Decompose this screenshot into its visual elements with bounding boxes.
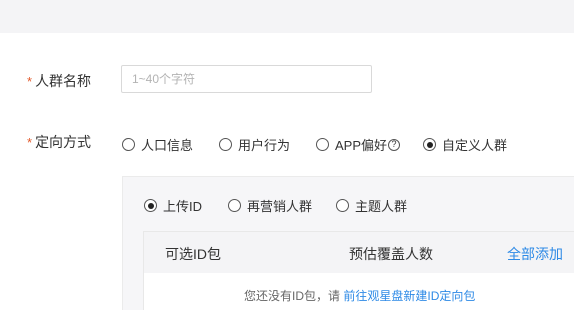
id-package-table: 可选ID包 预估覆盖人数 全部添加 您还没有ID包，请 前往观星盘新建ID定向包 xyxy=(143,231,574,310)
radio-label: 主题人群 xyxy=(355,199,408,214)
radio-upload-id[interactable]: 上传ID xyxy=(144,196,202,215)
radio-remarketing-crowd[interactable]: 再营销人群 xyxy=(228,196,312,215)
radio-circle xyxy=(122,138,135,151)
radio-label: 人口信息 xyxy=(141,138,194,153)
radio-label: 自定义人群 xyxy=(442,138,508,153)
radio-circle xyxy=(228,199,241,212)
required-mark: * xyxy=(27,135,33,150)
radio-circle xyxy=(316,138,329,151)
radio-label: 上传ID xyxy=(163,199,203,214)
crowd-name-label: * 人群名称 xyxy=(27,71,91,91)
required-mark: * xyxy=(27,74,33,89)
table-header: 可选ID包 预估覆盖人数 全部添加 xyxy=(144,232,574,273)
create-id-package-link[interactable]: 前往观星盘新建ID定向包 xyxy=(343,289,475,303)
radio-custom-crowd[interactable]: 自定义人群 xyxy=(423,135,507,154)
empty-state-text: 您还没有ID包，请 xyxy=(244,289,341,303)
radio-circle-selected xyxy=(144,199,157,212)
column-header-estimated-coverage: 预估覆盖人数 xyxy=(349,246,433,262)
radio-demographics[interactable]: 人口信息 xyxy=(122,135,193,154)
help-question-icon[interactable]: ? xyxy=(388,138,401,151)
radio-circle xyxy=(336,199,349,212)
add-all-link[interactable]: 全部添加 xyxy=(507,244,563,264)
crowd-name-input[interactable] xyxy=(121,65,372,93)
radio-label: APP偏好 xyxy=(335,138,388,153)
radio-circle-selected xyxy=(423,138,436,151)
radio-circle xyxy=(219,138,232,151)
column-header-id-package: 可选ID包 xyxy=(165,246,221,262)
radio-label: 用户行为 xyxy=(238,138,291,153)
crowd-name-label-text: 人群名称 xyxy=(35,73,92,89)
radio-app-preference[interactable]: APP偏好 ? xyxy=(316,135,401,154)
targeting-method-label: * 定向方式 xyxy=(27,132,91,152)
top-header-strip xyxy=(0,0,574,33)
radio-user-behavior[interactable]: 用户行为 xyxy=(219,135,290,154)
radio-theme-crowd[interactable]: 主题人群 xyxy=(336,196,407,215)
radio-label: 再营销人群 xyxy=(247,199,313,214)
empty-state-message: 您还没有ID包，请 前往观星盘新建ID定向包 xyxy=(244,287,475,304)
targeting-method-label-text: 定向方式 xyxy=(35,134,92,150)
